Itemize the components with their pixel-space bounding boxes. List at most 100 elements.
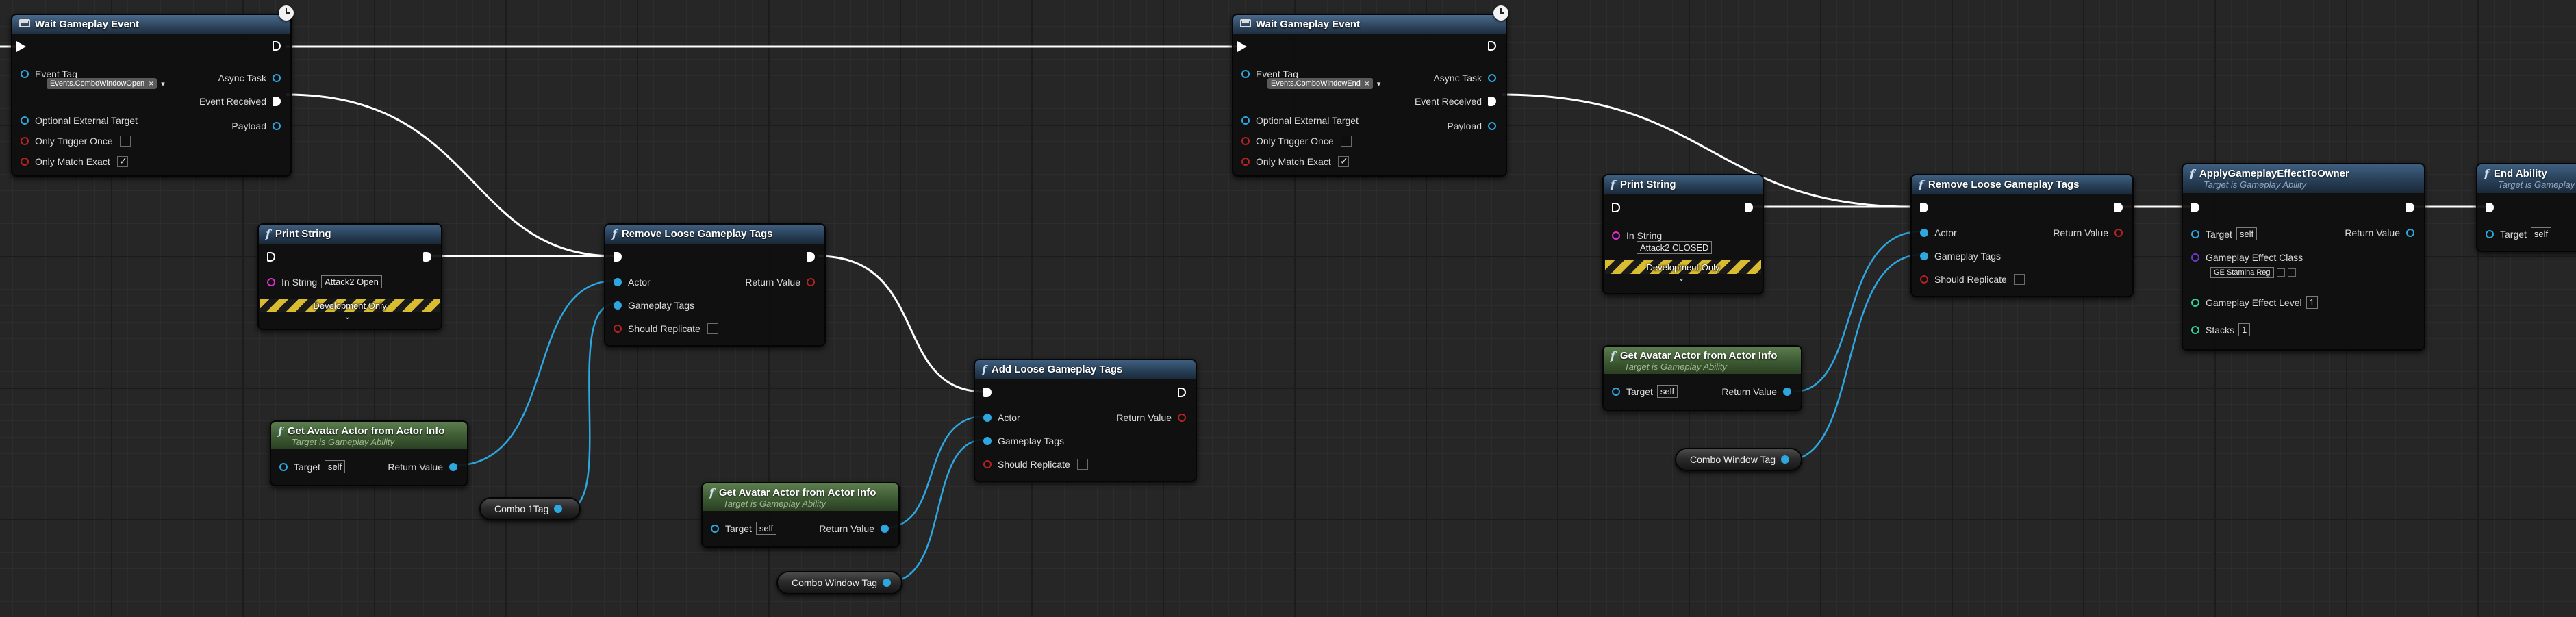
target-field[interactable]: self bbox=[755, 522, 777, 535]
print-string-node[interactable]: f Print String In String Attack2 Open Deve… bbox=[257, 223, 442, 330]
only-match-exact-pin[interactable]: Only Match Exact bbox=[1241, 155, 1349, 167]
checkbox-icon[interactable] bbox=[1076, 459, 1088, 470]
optional-target-pin[interactable]: Optional External Target bbox=[1241, 115, 1359, 126]
add-loose-gameplay-tags-node[interactable]: f Add Loose Gameplay Tags Actor Return Va… bbox=[974, 359, 1197, 482]
target-field[interactable]: self bbox=[2530, 227, 2552, 240]
exec-in-pin[interactable] bbox=[2191, 203, 2199, 212]
gameplay-tags-pin[interactable]: Gameplay Tags bbox=[614, 300, 694, 311]
event-tag-field[interactable]: Events.ComboWindowEnd × ▾ bbox=[1265, 78, 1380, 89]
checkbox-icon[interactable] bbox=[707, 323, 718, 334]
exec-in-pin[interactable] bbox=[267, 252, 275, 262]
exec-in-pin[interactable] bbox=[1237, 41, 1247, 52]
should-replicate-pin[interactable]: Should Replicate bbox=[983, 459, 1088, 470]
should-replicate-pin[interactable]: Should Replicate bbox=[1920, 274, 2025, 285]
exec-in-pin[interactable] bbox=[1612, 203, 1620, 212]
tag-clear-icon[interactable]: × bbox=[149, 79, 153, 88]
exec-in-pin[interactable] bbox=[2486, 203, 2494, 212]
chevron-down-icon[interactable]: ⌄ bbox=[344, 311, 351, 322]
target-pin[interactable]: Target self bbox=[711, 522, 777, 535]
exec-out-pin[interactable] bbox=[273, 41, 281, 51]
target-field[interactable]: self bbox=[2236, 227, 2258, 240]
optional-target-pin[interactable]: Optional External Target bbox=[21, 115, 138, 126]
actor-pin[interactable]: Actor bbox=[614, 277, 651, 288]
wait-gameplay-event-node[interactable]: Wait Gameplay Event Event Tag Events.Com… bbox=[11, 14, 292, 177]
exec-in-pin[interactable] bbox=[983, 388, 992, 397]
actor-pin[interactable]: Actor bbox=[983, 412, 1020, 423]
exec-out-pin[interactable] bbox=[2406, 203, 2414, 212]
exec-out-pin[interactable] bbox=[1745, 203, 1753, 212]
level-field[interactable]: 1 bbox=[2306, 296, 2318, 309]
event-received-pin[interactable]: Event Received bbox=[199, 96, 281, 107]
combo-window-tag-variable[interactable]: Combo Window Tag bbox=[1675, 448, 1802, 471]
in-string-field[interactable]: Attack2 Open bbox=[321, 275, 382, 288]
event-received-pin[interactable]: Event Received bbox=[1415, 96, 1496, 107]
exec-out-pin[interactable] bbox=[2114, 203, 2123, 212]
in-string-field[interactable]: Attack2 CLOSED bbox=[1637, 241, 1713, 254]
chevron-down-icon[interactable]: ▾ bbox=[1377, 79, 1381, 88]
clear-icon[interactable] bbox=[2287, 268, 2296, 277]
exec-out-pin[interactable] bbox=[807, 252, 815, 262]
exec-in-pin[interactable] bbox=[1920, 203, 1928, 212]
gameplay-tags-pin[interactable]: Gameplay Tags bbox=[1920, 251, 2001, 262]
only-trigger-once-pin[interactable]: Only Trigger Once bbox=[21, 136, 131, 147]
return-value-pin[interactable]: Return Value bbox=[1721, 386, 1791, 397]
return-value-pin[interactable]: Return Value bbox=[1116, 412, 1186, 423]
get-avatar-actor-node[interactable]: f Get Avatar Actor from Actor Info Target … bbox=[1602, 345, 1802, 411]
return-value-pin[interactable]: Return Value bbox=[2345, 227, 2414, 238]
actor-pin[interactable]: Actor bbox=[1920, 227, 1957, 238]
print-string-node[interactable]: f Print String In String Attack2 CLOSED D… bbox=[1602, 174, 1764, 294]
chevron-down-icon[interactable]: ▾ bbox=[161, 79, 165, 88]
class-select[interactable]: GE Stamina Reg bbox=[2210, 267, 2274, 278]
only-trigger-once-pin[interactable]: Only Trigger Once bbox=[1241, 136, 1352, 147]
exec-out-pin[interactable] bbox=[1488, 41, 1496, 51]
combo-window-tag-variable[interactable]: Combo Window Tag bbox=[776, 571, 902, 594]
stacks-pin[interactable]: Stacks 1 bbox=[2191, 323, 2251, 336]
target-pin[interactable]: Target self bbox=[2486, 227, 2552, 240]
get-avatar-actor-node[interactable]: f Get Avatar Actor from Actor Info Target … bbox=[270, 420, 468, 486]
end-ability-node[interactable]: f End AbilityTarget is Gameplay Ability T… bbox=[2476, 163, 2576, 252]
browse-icon[interactable] bbox=[2276, 268, 2285, 277]
chevron-down-icon[interactable]: ⌄ bbox=[1678, 273, 1685, 284]
target-pin[interactable]: Target self bbox=[279, 460, 346, 473]
target-pin[interactable]: Target self bbox=[1612, 385, 1678, 398]
stacks-field[interactable]: 1 bbox=[2238, 323, 2251, 336]
return-value-pin[interactable]: Return Value bbox=[819, 523, 889, 534]
gameplay-tag-chip[interactable]: Events.ComboWindowEnd × bbox=[1267, 78, 1373, 89]
target-field[interactable]: self bbox=[324, 460, 346, 473]
get-avatar-actor-node[interactable]: f Get Avatar Actor from Actor Info Target … bbox=[701, 482, 900, 548]
remove-loose-gameplay-tags-node[interactable]: f Remove Loose Gameplay Tags Actor Return… bbox=[1910, 174, 2134, 297]
target-pin[interactable]: Target self bbox=[2191, 227, 2258, 240]
exec-out-pin[interactable] bbox=[423, 252, 431, 262]
in-string-pin[interactable]: In String bbox=[1612, 230, 1662, 241]
exec-in-pin[interactable] bbox=[16, 41, 26, 52]
event-tag-field[interactable]: Events.ComboWindowOpen × ▾ bbox=[44, 78, 165, 89]
gameplay-tags-pin[interactable]: Gameplay Tags bbox=[983, 436, 1064, 446]
return-value-pin[interactable]: Return Value bbox=[745, 277, 815, 288]
in-string-pin[interactable]: In String Attack2 Open bbox=[267, 275, 382, 288]
gameplay-effect-level-pin[interactable]: Gameplay Effect Level 1 bbox=[2191, 296, 2318, 309]
async-task-pin[interactable]: Async Task bbox=[1433, 73, 1496, 84]
checkbox-icon[interactable] bbox=[116, 155, 128, 167]
apply-gameplay-effect-to-owner-node[interactable]: f ApplyGameplayEffectToOwner Target is Gam… bbox=[2182, 163, 2425, 351]
only-match-exact-pin[interactable]: Only Match Exact bbox=[21, 155, 128, 167]
gameplay-effect-class-field[interactable]: GE Stamina Reg bbox=[2206, 267, 2296, 278]
tag-clear-icon[interactable]: × bbox=[1365, 79, 1369, 88]
remove-loose-gameplay-tags-node[interactable]: f Remove Loose Gameplay Tags Actor Return… bbox=[604, 223, 826, 347]
checkbox-icon[interactable] bbox=[1340, 136, 1352, 147]
payload-pin[interactable]: Payload bbox=[231, 121, 281, 131]
exec-out-pin[interactable] bbox=[1178, 388, 1186, 397]
checkbox-icon[interactable] bbox=[119, 136, 131, 147]
should-replicate-pin[interactable]: Should Replicate bbox=[614, 323, 718, 334]
exec-in-pin[interactable] bbox=[614, 252, 622, 262]
async-task-pin[interactable]: Async Task bbox=[218, 73, 281, 84]
return-value-pin[interactable]: Return Value bbox=[2053, 227, 2123, 238]
checkbox-icon[interactable] bbox=[2013, 274, 2025, 285]
gameplay-effect-class-pin[interactable]: Gameplay Effect Class bbox=[2191, 252, 2303, 263]
in-string-field-row[interactable]: Attack2 CLOSED bbox=[1632, 241, 1713, 254]
payload-pin[interactable]: Payload bbox=[1447, 121, 1496, 131]
target-field[interactable]: self bbox=[1656, 385, 1678, 398]
wait-gameplay-event-node[interactable]: Wait Gameplay Event Event Tag Events.Com… bbox=[1232, 14, 1507, 177]
gameplay-tag-chip[interactable]: Events.ComboWindowOpen × bbox=[47, 78, 157, 89]
checkbox-icon[interactable] bbox=[1337, 155, 1349, 167]
return-value-pin[interactable]: Return Value bbox=[388, 462, 457, 473]
